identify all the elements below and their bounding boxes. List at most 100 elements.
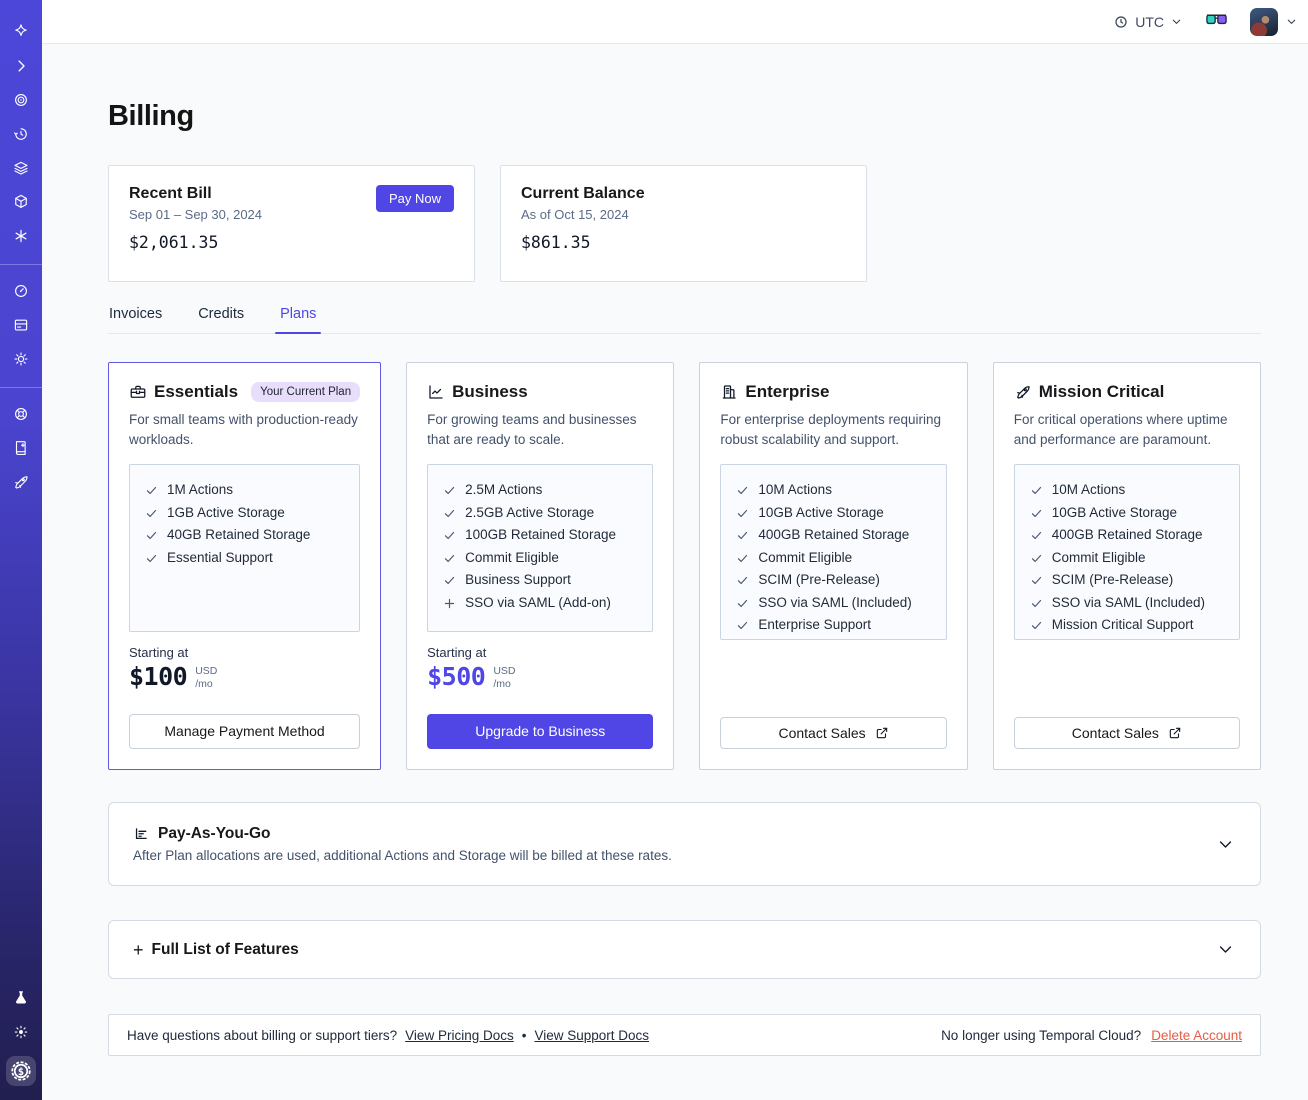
full-features-title: Full List of Features — [151, 940, 299, 958]
delete-account-link[interactable]: Delete Account — [1151, 1028, 1242, 1043]
plan-feature: 10M Actions — [736, 482, 937, 497]
payg-text: Pay-As-You-Go After Plan allocations are… — [133, 825, 672, 863]
topbar: UTC — [42, 0, 1308, 44]
external-link-icon — [1168, 726, 1182, 740]
plan-feature: SCIM (Pre-Release) — [1030, 572, 1231, 587]
timezone-label: UTC — [1135, 13, 1164, 30]
docs-book-icon[interactable] — [11, 438, 31, 458]
plan-feature-label: Enterprise Support — [758, 617, 871, 632]
billing-active-item[interactable]: $ — [6, 1056, 36, 1086]
deployments-icon[interactable] — [11, 192, 31, 212]
app: $ UTC Billing Recent Bill Sep 01 – Sep 3… — [0, 0, 1308, 1100]
plan-card-enterprise: Enterprise For enterprise deployments re… — [699, 362, 968, 770]
check-icon — [443, 552, 456, 565]
labs-flask-icon[interactable] — [11, 988, 31, 1008]
plan-feature-label: 1GB Active Storage — [167, 504, 285, 520]
task-queues-icon[interactable] — [11, 158, 31, 178]
expand-sidebar-icon[interactable] — [11, 56, 31, 76]
view-pricing-docs-link[interactable]: View Pricing Docs — [405, 1028, 514, 1043]
plan-feature: Business Support — [443, 572, 644, 587]
settings-gear-icon[interactable] — [11, 349, 31, 369]
plan-feature: Enterprise Support — [736, 617, 937, 632]
avatar[interactable] — [1250, 7, 1278, 36]
check-icon — [1030, 574, 1043, 587]
contact-sales-button[interactable]: Contact Sales — [1013, 716, 1240, 749]
pay-as-you-go-panel[interactable]: Pay-As-You-Go After Plan allocations are… — [108, 802, 1261, 886]
footer-bar: Have questions about billing or support … — [108, 1014, 1261, 1056]
plan-price: $100 — [129, 661, 188, 691]
namespaces-icon[interactable] — [11, 90, 31, 110]
tab-invoices[interactable]: Invoices — [108, 306, 163, 333]
summary-row: Recent Bill Sep 01 – Sep 30, 2024 $2,061… — [108, 165, 1261, 282]
clock-icon — [1113, 14, 1129, 30]
plan-description: For small teams with production-ready wo… — [129, 412, 358, 447]
nexus-icon[interactable] — [11, 226, 31, 246]
plan-feature-label: 400GB Retained Storage — [1051, 527, 1203, 542]
plan-feature-label: 1M Actions — [167, 482, 234, 497]
check-icon — [443, 574, 456, 587]
tab-plans[interactable]: Plans — [275, 306, 322, 334]
plan-feature-label: Essential Support — [167, 549, 273, 565]
plan-feature: SCIM (Pre-Release) — [736, 572, 937, 587]
footer-right-text: No longer using Temporal Cloud? — [941, 1027, 1142, 1043]
check-icon — [145, 529, 158, 542]
plan-price-area — [720, 640, 946, 717]
timezone-selector[interactable]: UTC — [1113, 14, 1183, 30]
chevron-down-icon[interactable] — [1217, 941, 1234, 958]
check-icon — [443, 529, 456, 542]
plan-feature: Commit Eligible — [443, 550, 644, 565]
support-lifebuoy-icon[interactable] — [11, 404, 31, 424]
full-features-text: + Full List of Features — [133, 941, 299, 959]
starting-at-label: Starting at — [427, 644, 487, 660]
dev-glasses-icon[interactable] — [1205, 13, 1228, 30]
plan-feature: 2.5GB Active Storage — [443, 505, 644, 520]
plan-price-area — [1014, 640, 1240, 717]
check-icon — [1030, 552, 1043, 565]
plan-feature: Mission Critical Support — [1030, 617, 1231, 632]
line-chart-icon — [427, 383, 445, 401]
pay-now-button[interactable]: Pay Now — [375, 185, 454, 212]
check-icon — [736, 552, 749, 565]
account-menu[interactable] — [1250, 7, 1298, 36]
usage-icon[interactable] — [11, 281, 31, 301]
check-icon — [736, 507, 749, 520]
view-support-docs-link[interactable]: View Support Docs — [534, 1028, 649, 1043]
theme-toggle-sun-icon[interactable] — [11, 1022, 31, 1042]
schedules-icon[interactable] — [11, 124, 31, 144]
bullet-separator: • — [521, 1027, 527, 1043]
plan-price-area: Starting at $500 USD/mo — [427, 632, 653, 714]
check-icon — [736, 574, 749, 587]
full-features-panel[interactable]: + Full List of Features — [108, 920, 1261, 979]
plan-feature: 10GB Active Storage — [736, 505, 937, 520]
external-link-icon — [875, 726, 889, 740]
plan-feature-label: Commit Eligible — [1051, 549, 1146, 565]
getting-started-rocket-icon[interactable] — [11, 472, 31, 492]
plan-description: For critical operations where uptime and… — [1013, 412, 1228, 447]
plan-feature-label: Commit Eligible — [758, 549, 853, 565]
plan-feature: SSO via SAML (Included) — [1030, 595, 1231, 610]
contact-sales-button[interactable]: Contact Sales — [720, 716, 947, 749]
plan-feature-label: SSO via SAML (Add-on) — [465, 594, 611, 610]
invoices-icon[interactable] — [11, 315, 31, 335]
upgrade-to-business-button[interactable]: Upgrade to Business — [427, 713, 654, 749]
tab-credits[interactable]: Credits — [197, 306, 245, 333]
chevron-down-icon[interactable] — [1217, 836, 1234, 853]
current-balance-amount: $861.35 — [521, 233, 591, 252]
plan-feature: SSO via SAML (Add-on) — [443, 595, 644, 610]
plan-header: Essentials Your Current Plan — [129, 382, 361, 402]
plan-feature-label: 10M Actions — [1051, 482, 1126, 497]
plan-feature-label: 2.5M Actions — [465, 482, 543, 497]
plan-header: Enterprise — [720, 382, 946, 402]
plan-price-area: Starting at $100 USD/mo — [129, 632, 360, 714]
plan-feature: 2.5M Actions — [443, 482, 644, 497]
plan-name: Mission Critical — [1038, 382, 1165, 401]
current-plan-badge: Your Current Plan — [251, 382, 361, 402]
plan-feature: 1M Actions — [145, 482, 351, 497]
check-icon — [736, 529, 749, 542]
plan-feature-label: 10GB Active Storage — [1051, 504, 1178, 520]
manage-payment-method-button[interactable]: Manage Payment Method — [129, 713, 361, 749]
plan-header: Business — [427, 382, 653, 402]
temporal-logo-icon[interactable] — [11, 22, 31, 42]
plan-feature-label: Business Support — [465, 572, 571, 587]
plan-price-units: USD/mo — [195, 664, 218, 691]
